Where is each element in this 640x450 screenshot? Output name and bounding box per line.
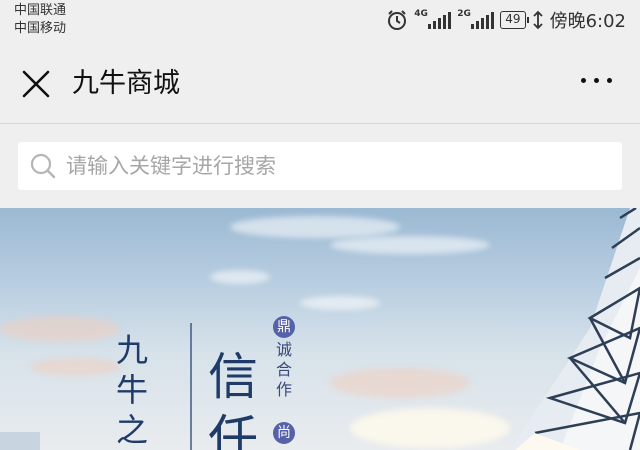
search-box[interactable] (18, 142, 622, 190)
building-illustration (510, 208, 640, 450)
title-bar: 九牛商城 (0, 44, 640, 124)
status-indicators: 4G 2G 49 傍晚6:02 (386, 6, 626, 34)
carrier-1: 中国联通 (14, 3, 67, 18)
city-skyline (0, 432, 40, 450)
network-type-2: 2G (457, 9, 471, 19)
signal-4g-icon: 4G (414, 9, 452, 29)
more-dot (581, 78, 586, 83)
alarm-clock-icon (388, 10, 407, 30)
search-input[interactable] (66, 154, 586, 178)
banner-subtext: 诚合作 (276, 340, 293, 399)
search-icon (30, 153, 56, 179)
carrier-2: 中国移动 (14, 21, 67, 36)
carrier-info: 中国联通 中国移动 (14, 2, 66, 38)
signal-2g-icon: 2G (457, 9, 495, 29)
banner-divider (190, 323, 192, 450)
promo-banner[interactable]: 九牛之 信任 鼎 诚合作 尚 (0, 208, 640, 450)
banner-heading-large: 信任 (208, 348, 258, 450)
network-type-1: 4G (414, 9, 428, 19)
banner-badge-2: 尚 (273, 422, 295, 444)
search-area (0, 125, 640, 208)
more-dot (607, 78, 612, 83)
page-title: 九牛商城 (72, 68, 180, 99)
banner-heading-small: 九牛之 (116, 331, 149, 449)
clock: 傍晚6:02 (549, 11, 626, 32)
more-button[interactable] (581, 78, 612, 83)
status-bar: 中国联通 中国移动 4G 2G 49 傍晚6:02 (0, 0, 640, 44)
close-icon (22, 70, 50, 98)
battery-indicator: 49 (500, 11, 529, 29)
more-dot (594, 78, 599, 83)
close-button[interactable] (18, 66, 54, 102)
banner-badge-1: 鼎 (273, 316, 295, 338)
wifi-icon (532, 10, 543, 30)
